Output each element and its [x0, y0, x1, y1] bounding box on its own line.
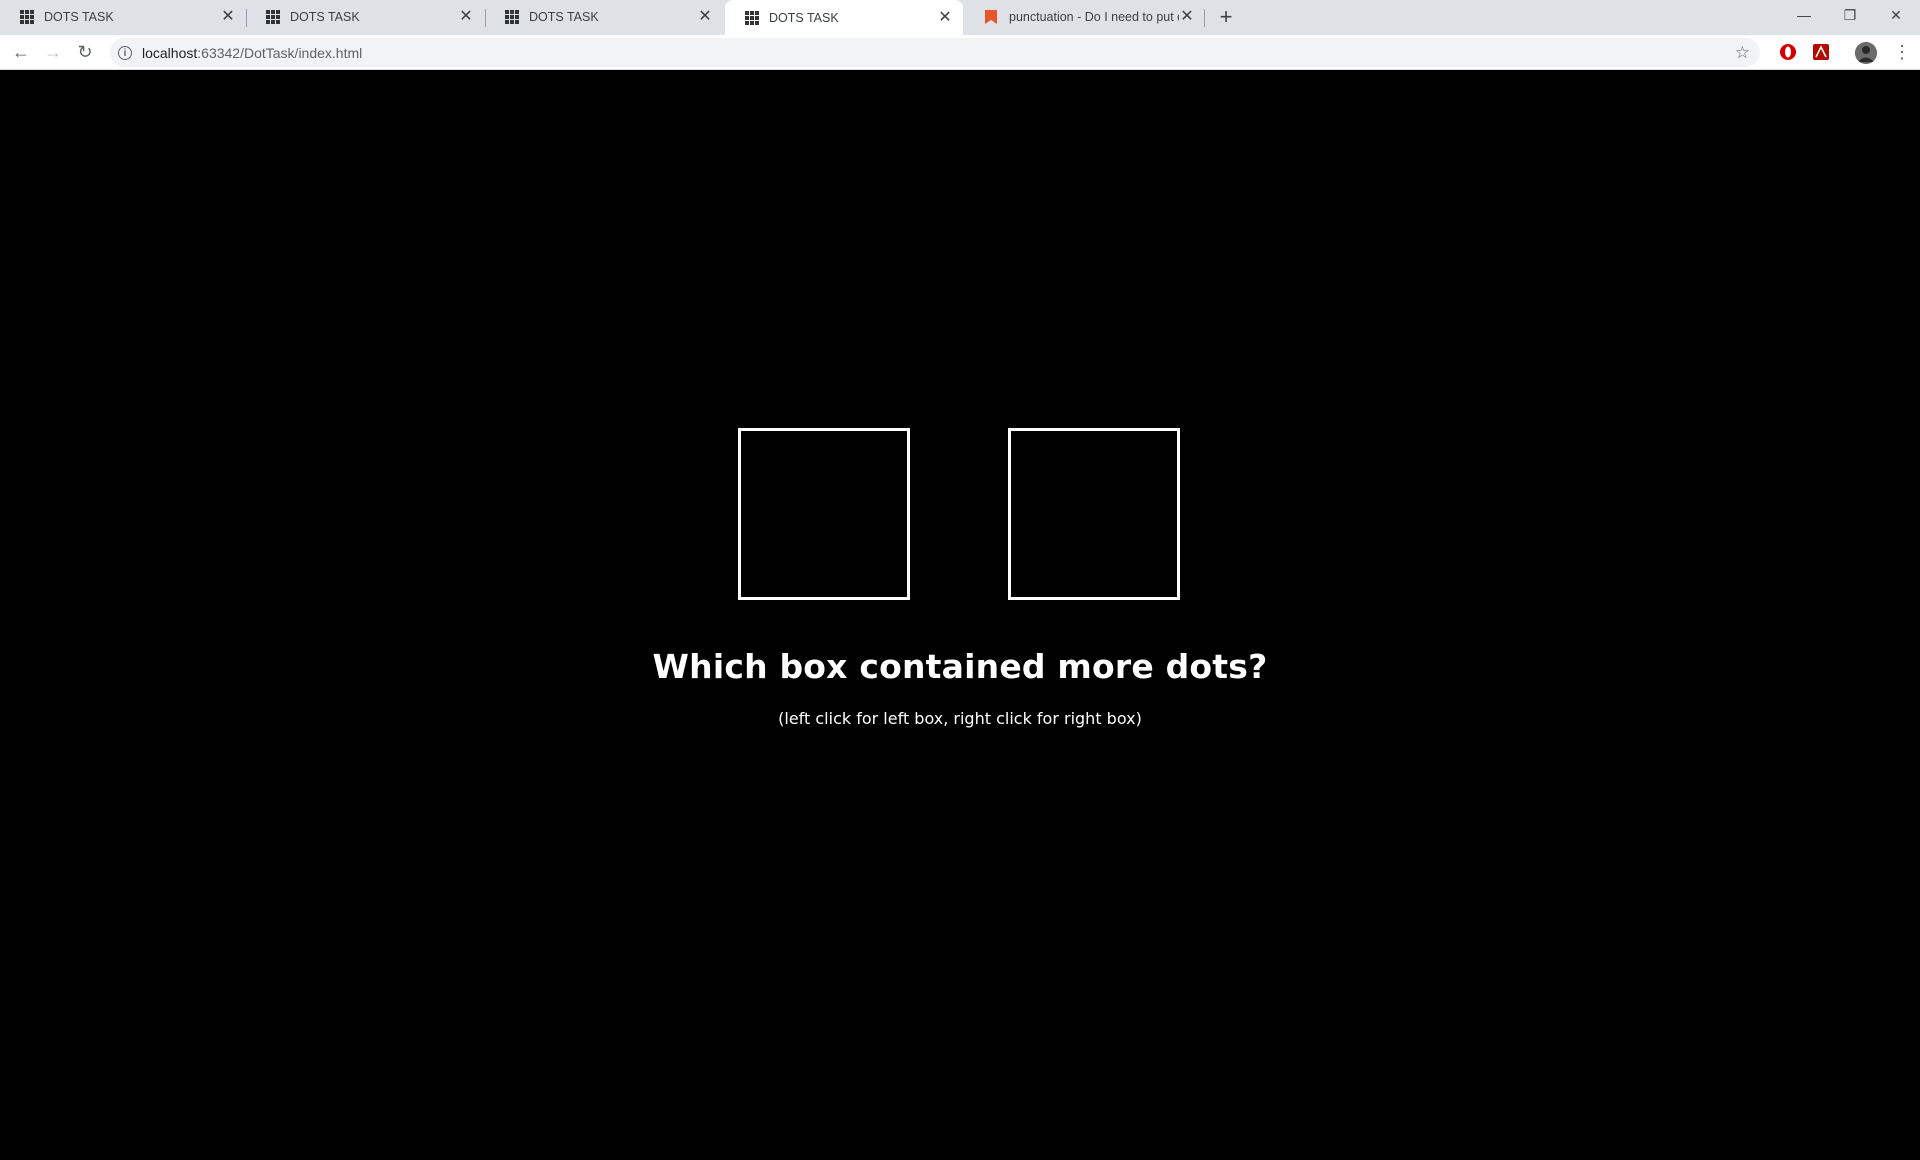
close-icon[interactable]: ✕: [1179, 9, 1195, 25]
tab-title: DOTS TASK: [529, 10, 599, 24]
tab-punctuation[interactable]: punctuation - Do I need to put co ✕: [965, 0, 1205, 34]
new-tab-button[interactable]: +: [1214, 5, 1238, 29]
address-bar[interactable]: i localhost:63342/DotTask/index.html ☆: [110, 38, 1760, 67]
instruction-text: (left click for left box, right click fo…: [778, 709, 1142, 728]
forward-button[interactable]: →: [40, 39, 66, 65]
grid-icon: [505, 10, 519, 24]
acrobat-extension-icon[interactable]: [1812, 43, 1830, 61]
tab-title: punctuation - Do I need to put co: [1009, 10, 1179, 24]
close-icon[interactable]: ✕: [220, 9, 236, 25]
grid-icon: [266, 10, 280, 24]
browser-toolbar: ← → ↻ i localhost:63342/DotTask/index.ht…: [0, 35, 1920, 70]
right-box[interactable]: [1008, 428, 1180, 600]
tab-dots-task-2[interactable]: DOTS TASK ✕: [246, 0, 484, 34]
task-canvas[interactable]: Which box contained more dots? (left cli…: [0, 71, 1920, 1160]
url-text[interactable]: localhost:63342/DotTask/index.html: [142, 45, 362, 61]
tab-separator: [1204, 9, 1205, 27]
reload-button[interactable]: ↻: [72, 39, 98, 65]
grid-icon: [20, 10, 34, 24]
grid-icon: [745, 10, 759, 25]
close-icon[interactable]: ✕: [697, 9, 713, 25]
close-icon[interactable]: ✕: [937, 9, 953, 26]
tab-dots-task-3[interactable]: DOTS TASK ✕: [485, 0, 723, 34]
tab-title: DOTS TASK: [769, 10, 839, 25]
tab-title: DOTS TASK: [44, 10, 114, 24]
left-box[interactable]: [738, 428, 910, 600]
url-path: :63342/DotTask/index.html: [197, 44, 363, 61]
bookmark-icon: [985, 10, 999, 24]
tab-strip: DOTS TASK ✕ DOTS TASK ✕ DOTS TASK ✕ DOTS…: [0, 0, 1920, 35]
back-button[interactable]: ←: [8, 39, 34, 65]
close-icon[interactable]: ✕: [458, 9, 474, 25]
profile-avatar[interactable]: [1855, 42, 1877, 64]
url-host: localhost: [142, 44, 198, 61]
star-icon[interactable]: ☆: [1735, 44, 1750, 61]
tab-dots-task-active[interactable]: DOTS TASK ✕: [725, 0, 963, 35]
tab-title: DOTS TASK: [290, 10, 360, 24]
tab-dots-task-1[interactable]: DOTS TASK ✕: [0, 0, 246, 34]
minimize-button[interactable]: —: [1781, 0, 1827, 30]
browser-menu-button[interactable]: ⋮: [1893, 39, 1911, 65]
question-text: Which box contained more dots?: [652, 647, 1268, 686]
restore-button[interactable]: ❐: [1827, 0, 1873, 30]
window-close-button[interactable]: ✕: [1873, 0, 1919, 30]
opera-extension-icon[interactable]: [1779, 43, 1797, 61]
info-icon[interactable]: i: [118, 45, 132, 60]
